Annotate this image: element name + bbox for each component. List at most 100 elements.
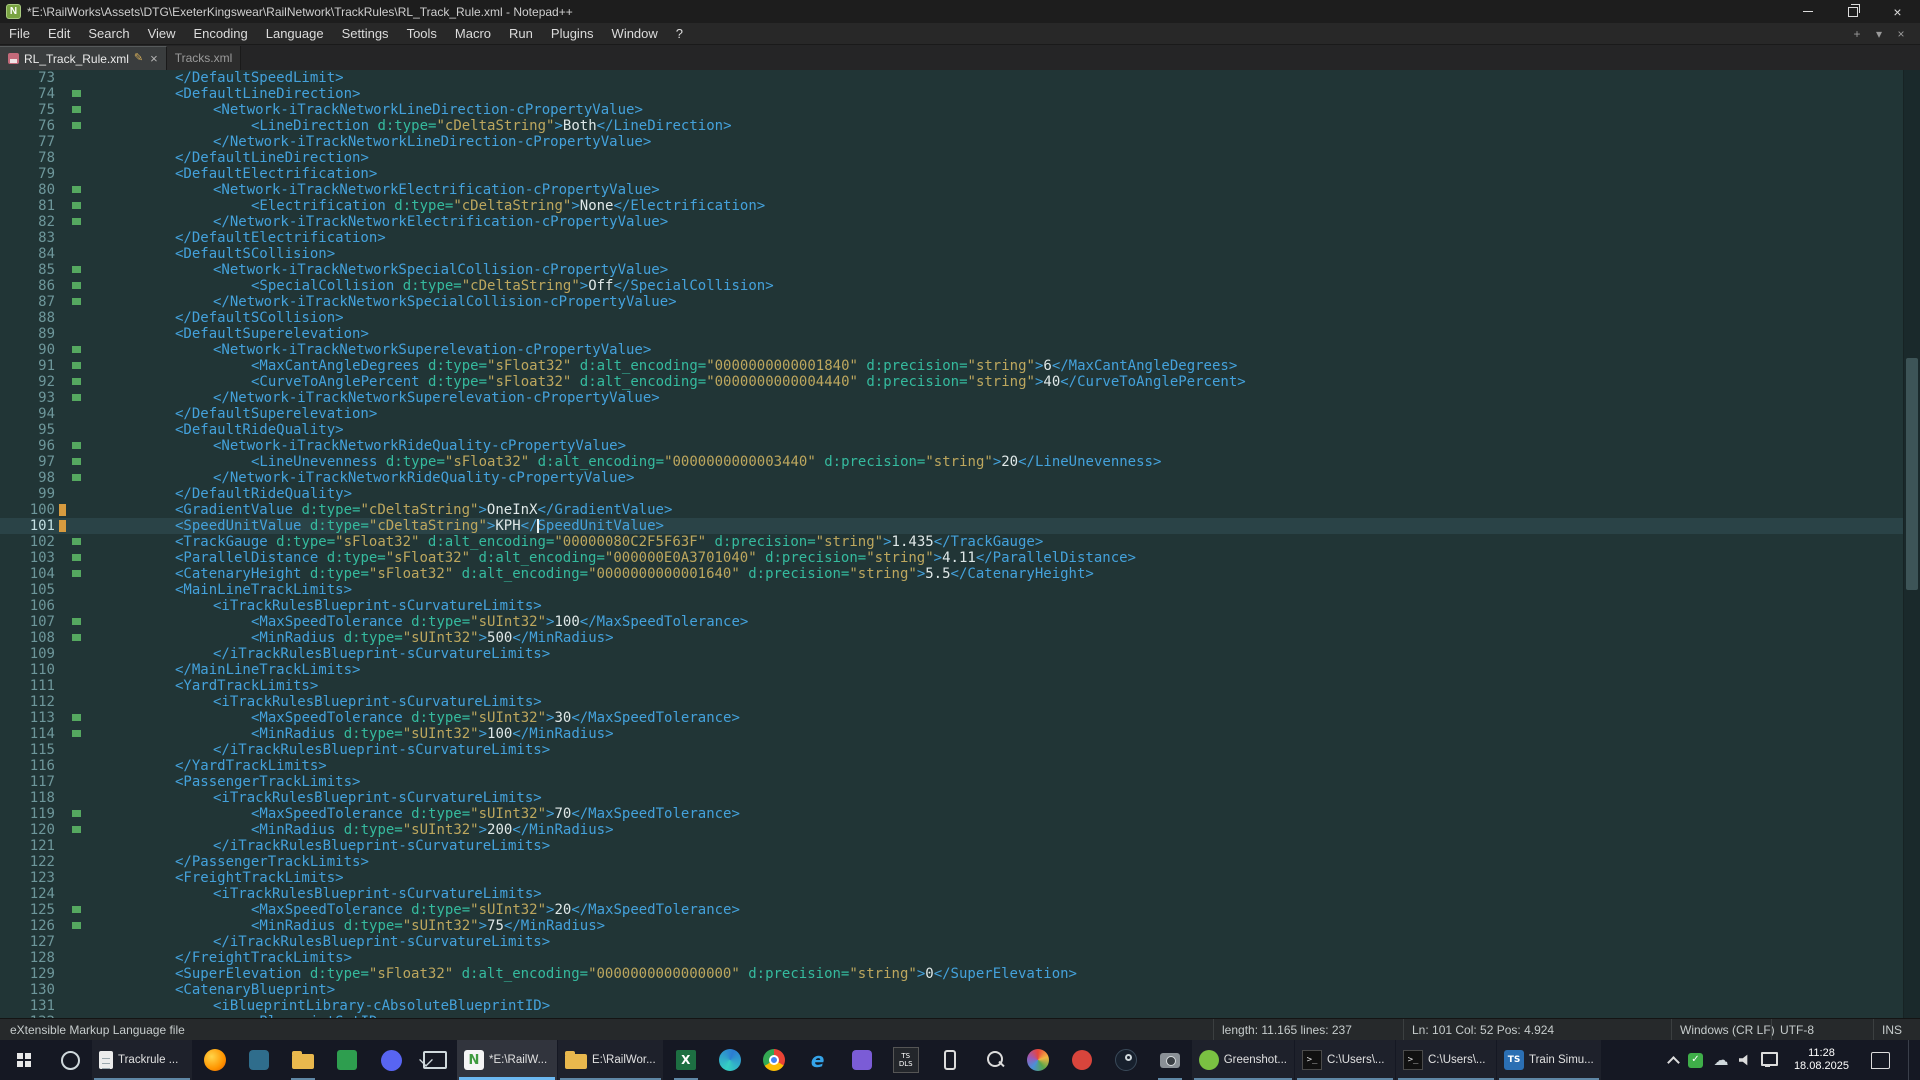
- antivirus-icon[interactable]: ✓: [1688, 1053, 1703, 1068]
- line-number[interactable]: 107: [0, 614, 55, 630]
- line-number[interactable]: 98: [0, 470, 55, 486]
- taskbar-app-console2[interactable]: C:\Users\...: [1396, 1040, 1496, 1080]
- taskbar-app-trackrule[interactable]: Trackrule ...: [92, 1040, 192, 1080]
- code-line[interactable]: 115 </iTrackRulesBlueprint-sCurvatureLim…: [0, 742, 1903, 758]
- taskbar-app-console1[interactable]: C:\Users\...: [1295, 1040, 1395, 1080]
- code-line[interactable]: 76 <LineDirection d:type="cDeltaString">…: [0, 118, 1903, 134]
- taskbar-app-search-app[interactable]: [972, 1040, 1016, 1080]
- code-line[interactable]: 109 </iTrackRulesBlueprint-sCurvatureLim…: [0, 646, 1903, 662]
- taskbar-app-firefox[interactable]: [193, 1040, 237, 1080]
- code-line[interactable]: 101 <SpeedUnitValue d:type="cDeltaString…: [0, 518, 1903, 534]
- code-line[interactable]: 122 </PassengerTrackLimits>: [0, 854, 1903, 870]
- line-number[interactable]: 91: [0, 358, 55, 374]
- line-number[interactable]: 99: [0, 486, 55, 502]
- code-line[interactable]: 91 <MaxCantAngleDegrees d:type="sFloat32…: [0, 358, 1903, 374]
- line-number[interactable]: 113: [0, 710, 55, 726]
- menu-item-plugins[interactable]: Plugins: [542, 23, 603, 44]
- minimize-button[interactable]: [1785, 0, 1830, 23]
- code-line[interactable]: 121 </iTrackRulesBlueprint-sCurvatureLim…: [0, 838, 1903, 854]
- line-number[interactable]: 89: [0, 326, 55, 342]
- tab-tracks.xml[interactable]: Tracks.xml: [167, 46, 242, 70]
- line-number[interactable]: 78: [0, 150, 55, 166]
- new-tab-icon[interactable]: +: [1848, 27, 1866, 41]
- code-line[interactable]: 126 <MinRadius d:type="sUInt32">75</MinR…: [0, 918, 1903, 934]
- code-line[interactable]: 77 </Network-iTrackNetworkLineDirection-…: [0, 134, 1903, 150]
- code-line[interactable]: 105 <MainLineTrackLimits>: [0, 582, 1903, 598]
- code-line[interactable]: 95 <DefaultRideQuality>: [0, 422, 1903, 438]
- status-insert-mode[interactable]: INS: [1873, 1019, 1920, 1040]
- code-line[interactable]: 86 <SpecialCollision d:type="cDeltaStrin…: [0, 278, 1903, 294]
- line-number[interactable]: 74: [0, 86, 55, 102]
- taskbar-app-capture[interactable]: [1148, 1040, 1192, 1080]
- code-line[interactable]: 117 <PassengerTrackLimits>: [0, 774, 1903, 790]
- menu-item-file[interactable]: File: [0, 23, 39, 44]
- line-number[interactable]: 102: [0, 534, 55, 550]
- taskbar-app-app3[interactable]: [1060, 1040, 1104, 1080]
- start-button[interactable]: [0, 1040, 48, 1080]
- code-line[interactable]: 118 <iTrackRulesBlueprint-sCurvatureLimi…: [0, 790, 1903, 806]
- code-line[interactable]: 130 <CatenaryBlueprint>: [0, 982, 1903, 998]
- close-button[interactable]: ×: [1875, 0, 1920, 23]
- code-line[interactable]: 132 <BlueprintSetID>: [0, 1014, 1903, 1018]
- line-number[interactable]: 108: [0, 630, 55, 646]
- code-line[interactable]: 96 <Network-iTrackNetworkRideQuality-cPr…: [0, 438, 1903, 454]
- line-number[interactable]: 81: [0, 198, 55, 214]
- line-number[interactable]: 111: [0, 678, 55, 694]
- code-line[interactable]: 129 <SuperElevation d:type="sFloat32" d:…: [0, 966, 1903, 982]
- code-line[interactable]: 78 </DefaultLineDirection>: [0, 150, 1903, 166]
- code-line[interactable]: 84 <DefaultSCollision>: [0, 246, 1903, 262]
- taskbar-app-explorer-railworks[interactable]: E:\RailWor...: [558, 1040, 663, 1080]
- code-line[interactable]: 120 <MinRadius d:type="sUInt32">200</Min…: [0, 822, 1903, 838]
- line-number[interactable]: 85: [0, 262, 55, 278]
- tab-list-icon[interactable]: ▾: [1870, 27, 1888, 41]
- code-line[interactable]: 94 </DefaultSuperelevation>: [0, 406, 1903, 422]
- code-line[interactable]: 123 <FreightTrackLimits>: [0, 870, 1903, 886]
- onedrive-icon[interactable]: ☁: [1713, 1052, 1729, 1068]
- line-number[interactable]: 116: [0, 758, 55, 774]
- line-number[interactable]: 75: [0, 102, 55, 118]
- code-line[interactable]: 74 <DefaultLineDirection>: [0, 86, 1903, 102]
- taskbar-app-steam[interactable]: [1104, 1040, 1148, 1080]
- line-number[interactable]: 96: [0, 438, 55, 454]
- line-number[interactable]: 117: [0, 774, 55, 790]
- code-line[interactable]: 111 <YardTrackLimits>: [0, 678, 1903, 694]
- line-number[interactable]: 120: [0, 822, 55, 838]
- menu-item-language[interactable]: Language: [257, 23, 333, 44]
- code-line[interactable]: 103 <ParallelDistance d:type="sFloat32" …: [0, 550, 1903, 566]
- taskbar-app-paint[interactable]: [1016, 1040, 1060, 1080]
- line-number[interactable]: 104: [0, 566, 55, 582]
- code-line[interactable]: 90 <Network-iTrackNetworkSuperelevation-…: [0, 342, 1903, 358]
- code-line[interactable]: 112 <iTrackRulesBlueprint-sCurvatureLimi…: [0, 694, 1903, 710]
- status-encoding[interactable]: UTF-8: [1771, 1019, 1873, 1040]
- line-number[interactable]: 130: [0, 982, 55, 998]
- line-number[interactable]: 93: [0, 390, 55, 406]
- line-number[interactable]: 83: [0, 230, 55, 246]
- code-line[interactable]: 102 <TrackGauge d:type="sFloat32" d:alt_…: [0, 534, 1903, 550]
- scrollbar-thumb[interactable]: [1906, 358, 1918, 590]
- taskbar-app-teams[interactable]: [369, 1040, 413, 1080]
- show-desktop-button[interactable]: [1908, 1040, 1914, 1080]
- code-line[interactable]: 85 <Network-iTrackNetworkSpecialCollisio…: [0, 262, 1903, 278]
- menu-item-help[interactable]: ?: [667, 23, 692, 44]
- line-number[interactable]: 76: [0, 118, 55, 134]
- code-line[interactable]: 98 </Network-iTrackNetworkRideQuality-cP…: [0, 470, 1903, 486]
- taskbar-app-greenshot[interactable]: Greenshot...: [1192, 1040, 1294, 1080]
- menu-item-tools[interactable]: Tools: [398, 23, 446, 44]
- network-icon[interactable]: [1761, 1052, 1778, 1066]
- line-number[interactable]: 103: [0, 550, 55, 566]
- line-number[interactable]: 101: [0, 518, 55, 534]
- status-eol-format[interactable]: Windows (CR LF): [1671, 1019, 1771, 1040]
- volume-icon[interactable]: [1739, 1054, 1751, 1066]
- code-line[interactable]: 127 </iTrackRulesBlueprint-sCurvatureLim…: [0, 934, 1903, 950]
- vertical-scrollbar[interactable]: [1903, 70, 1920, 1018]
- code-line[interactable]: 107 <MaxSpeedTolerance d:type="sUInt32">…: [0, 614, 1903, 630]
- line-number[interactable]: 95: [0, 422, 55, 438]
- line-number[interactable]: 97: [0, 454, 55, 470]
- line-number[interactable]: 100: [0, 502, 55, 518]
- taskbar-app-phone[interactable]: [928, 1040, 972, 1080]
- line-number[interactable]: 123: [0, 870, 55, 886]
- line-number[interactable]: 125: [0, 902, 55, 918]
- code-line[interactable]: 82 </Network-iTrackNetworkElectrificatio…: [0, 214, 1903, 230]
- restore-button[interactable]: [1830, 0, 1875, 23]
- line-number[interactable]: 131: [0, 998, 55, 1014]
